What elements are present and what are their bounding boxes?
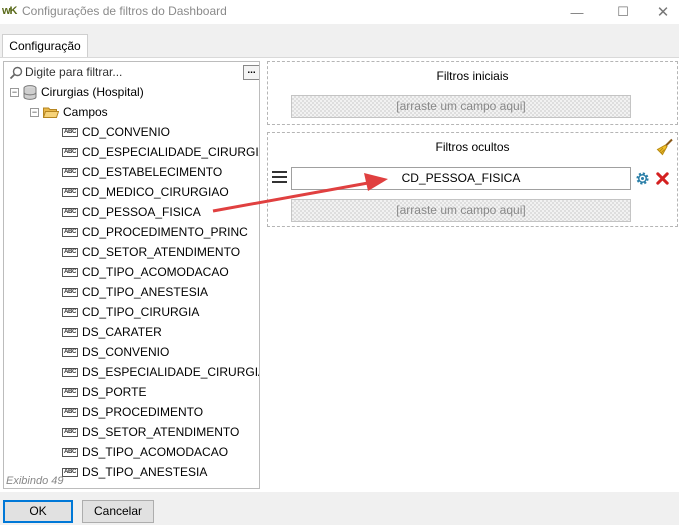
- text-field-icon: ABC: [62, 288, 78, 298]
- field-label: CD_MEDICO_CIRURGIAO: [82, 185, 229, 199]
- tab-strip: Configuração: [0, 24, 679, 58]
- text-field-icon: ABC: [62, 348, 78, 358]
- field-list-item[interactable]: ABC CD_CONVENIO: [62, 122, 170, 142]
- text-field-icon: ABC: [62, 268, 78, 278]
- field-label: DS_CONVENIO: [82, 345, 170, 359]
- text-field-icon: ABC: [62, 248, 78, 258]
- hidden-filters-title: Filtros ocultos: [435, 140, 510, 154]
- field-list-item[interactable]: ABC CD_TIPO_ANESTESIA: [62, 282, 208, 302]
- text-field-icon: ABC: [62, 428, 78, 438]
- text-field-icon: ABC: [62, 148, 78, 158]
- text-field-icon: ABC: [62, 468, 78, 478]
- tab-configuracao[interactable]: Configuração: [2, 34, 88, 58]
- initial-filters-title: Filtros iniciais: [436, 69, 509, 83]
- field-label: CD_TIPO_CIRURGIA: [82, 305, 200, 319]
- field-list-item[interactable]: ABC CD_TIPO_ACOMODACAO: [62, 262, 229, 282]
- app-icon: wK: [2, 5, 17, 17]
- drag-handle-icon[interactable]: [272, 171, 287, 185]
- minimize-button[interactable]: —: [554, 0, 600, 24]
- initial-filters-panel: Filtros iniciais [arraste um campo aqui]: [267, 61, 678, 125]
- initial-filters-drop-zone[interactable]: [arraste um campo aqui]: [291, 95, 631, 118]
- field-list-item[interactable]: ABC CD_TIPO_CIRURGIA: [62, 302, 199, 322]
- tree-root-node[interactable]: − Cirurgias (Hospital): [10, 82, 144, 102]
- window-title: Configurações de filtros do Dashboard: [22, 4, 227, 18]
- title-bar: wK Configurações de filtros do Dashboard…: [0, 0, 679, 24]
- close-button[interactable]: ✕: [640, 0, 679, 24]
- field-list-item[interactable]: ABC CD_ESTABELECIMENTO: [62, 162, 222, 182]
- field-list-item[interactable]: ABC DS_CONVENIO: [62, 342, 169, 362]
- tree-folder-node[interactable]: − Campos: [30, 102, 108, 122]
- collapse-icon[interactable]: −: [10, 88, 19, 98]
- tree-folder-label: Campos: [63, 105, 108, 119]
- field-label: DS_PROCEDIMENTO: [82, 405, 204, 419]
- tree-status: Exibindo 49: [6, 475, 64, 487]
- hidden-filter-field[interactable]: CD_PESSOA_FISICA: [291, 167, 631, 190]
- field-list-item[interactable]: ABC DS_TIPO_ACOMODACAO: [62, 442, 228, 462]
- tree-options-button[interactable]: ...: [243, 65, 259, 80]
- tree-filter[interactable]: Digite para filtrar... ...: [7, 64, 259, 82]
- broom-icon[interactable]: [656, 138, 674, 156]
- text-field-icon: ABC: [62, 188, 78, 198]
- field-label: CD_ESTABELECIMENTO: [82, 165, 223, 179]
- field-label: DS_ESPECIALIDADE_CIRURGIAO: [82, 365, 260, 379]
- search-icon: [9, 66, 23, 80]
- folder-open-icon: [42, 107, 60, 119]
- dialog-footer: OK Cancelar: [0, 492, 679, 525]
- cancel-button[interactable]: Cancelar: [82, 500, 154, 523]
- text-field-icon: ABC: [62, 448, 78, 458]
- field-label: CD_ESPECIALIDADE_CIRURGIAO: [82, 145, 260, 159]
- text-field-icon: ABC: [62, 388, 78, 398]
- field-list-item[interactable]: ABC CD_MEDICO_CIRURGIAO: [62, 182, 229, 202]
- collapse-icon[interactable]: −: [30, 108, 39, 118]
- tree-root-label: Cirurgias (Hospital): [41, 85, 144, 99]
- field-label: DS_TIPO_ANESTESIA: [82, 465, 208, 479]
- hidden-filters-drop-zone[interactable]: [arraste um campo aqui]: [291, 199, 631, 222]
- gear-icon[interactable]: [635, 171, 650, 186]
- tree-filter-placeholder: Digite para filtrar...: [25, 65, 123, 79]
- ok-button[interactable]: OK: [3, 500, 73, 523]
- field-list-item[interactable]: ABC DS_PORTE: [62, 382, 146, 402]
- text-field-icon: ABC: [62, 308, 78, 318]
- field-list-item[interactable]: ABC DS_CARATER: [62, 322, 162, 342]
- field-label: DS_PORTE: [82, 385, 147, 399]
- database-icon: [23, 85, 37, 101]
- field-label: CD_SETOR_ATENDIMENTO: [82, 245, 241, 259]
- text-field-icon: ABC: [62, 208, 78, 218]
- field-list-item[interactable]: ABC DS_TIPO_ANESTESIA: [62, 462, 207, 482]
- field-list-item[interactable]: ABC CD_SETOR_ATENDIMENTO: [62, 242, 240, 262]
- field-list-item[interactable]: ABC DS_PROCEDIMENTO: [62, 402, 203, 422]
- text-field-icon: ABC: [62, 408, 78, 418]
- hidden-filters-panel: Filtros ocultos CD_PESSOA_FISICA [arrast…: [267, 132, 678, 227]
- text-field-icon: ABC: [62, 228, 78, 238]
- field-label: CD_CONVENIO: [82, 125, 171, 139]
- field-label: CD_TIPO_ACOMODACAO: [82, 265, 229, 279]
- text-field-icon: ABC: [62, 328, 78, 338]
- field-list-item[interactable]: ABC CD_PROCEDIMENTO_PRINC: [62, 222, 248, 242]
- fields-tree-panel: Digite para filtrar... ... − Cirurgias (…: [3, 61, 260, 489]
- field-label: CD_PROCEDIMENTO_PRINC: [82, 225, 248, 239]
- field-list-item[interactable]: ABC DS_SETOR_ATENDIMENTO: [62, 422, 239, 442]
- text-field-icon: ABC: [62, 368, 78, 378]
- field-label: CD_TIPO_ANESTESIA: [82, 285, 209, 299]
- field-label: DS_SETOR_ATENDIMENTO: [82, 425, 240, 439]
- field-label: CD_PESSOA_FISICA: [82, 205, 201, 219]
- text-field-icon: ABC: [62, 128, 78, 138]
- field-label: DS_TIPO_ACOMODACAO: [82, 445, 229, 459]
- field-list-item[interactable]: ABC DS_ESPECIALIDADE_CIRURGIAO: [62, 362, 260, 382]
- field-list-item[interactable]: ABC CD_ESPECIALIDADE_CIRURGIAO: [62, 142, 260, 162]
- field-list-item[interactable]: ABC CD_PESSOA_FISICA: [62, 202, 201, 222]
- delete-icon[interactable]: [655, 171, 670, 186]
- text-field-icon: ABC: [62, 168, 78, 178]
- field-label: DS_CARATER: [82, 325, 162, 339]
